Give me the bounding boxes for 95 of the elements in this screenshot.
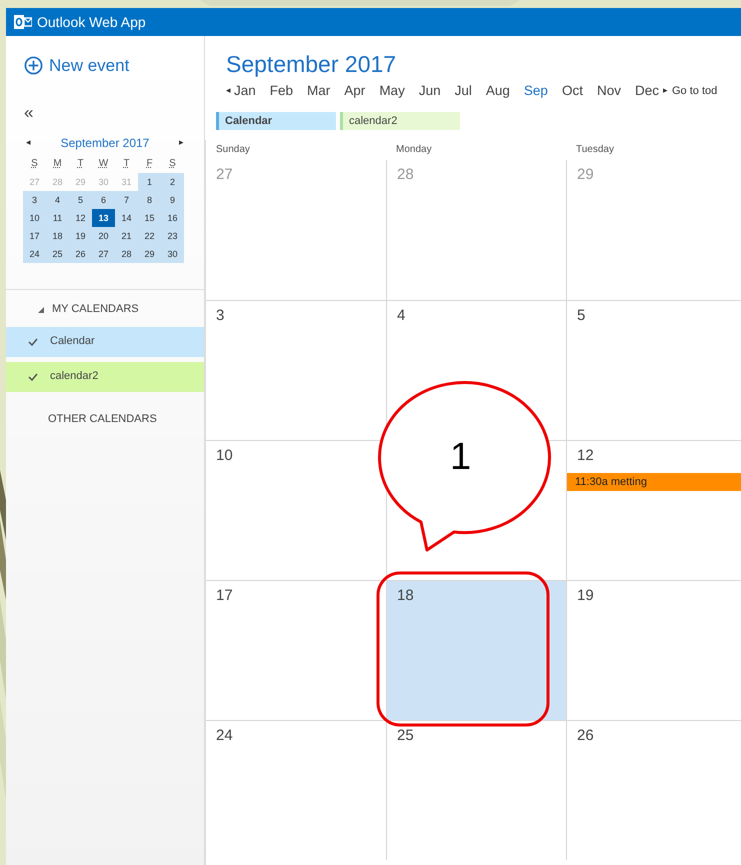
weekday-label: T bbox=[76, 156, 85, 170]
window-title: Outlook Web App bbox=[37, 12, 146, 32]
mini-calendar-day[interactable]: 17 bbox=[23, 226, 46, 244]
weekday-label: W bbox=[98, 156, 110, 170]
mini-calendar-title: September 2017 bbox=[60, 134, 150, 152]
mini-calendar-day[interactable]: 14 bbox=[115, 208, 138, 226]
mini-calendar-day[interactable]: 5 bbox=[69, 190, 92, 208]
collapse-button[interactable]: « bbox=[24, 104, 34, 120]
previous-month-button[interactable]: ◂ bbox=[26, 136, 31, 150]
day-number: 18 bbox=[397, 586, 414, 606]
section-header: MY CALENDARS bbox=[52, 302, 139, 318]
day-number: 12 bbox=[577, 446, 594, 466]
next-month-button[interactable]: ▸ bbox=[662, 84, 668, 98]
mini-calendar-day[interactable]: 15 bbox=[138, 208, 161, 226]
weekday-label: M bbox=[52, 156, 63, 170]
mini-calendar-day[interactable]: 29 bbox=[138, 244, 161, 262]
mini-calendar-day[interactable]: 19 bbox=[69, 226, 92, 244]
day-number: 26 bbox=[577, 726, 594, 746]
mini-calendar-day[interactable]: 23 bbox=[161, 226, 184, 244]
new-event-button[interactable]: New event bbox=[24, 53, 130, 78]
month-tab[interactable]: May bbox=[379, 80, 405, 102]
month-title: September 2017 bbox=[226, 50, 398, 78]
mini-calendar-day[interactable]: 2 bbox=[161, 172, 184, 190]
day-cell[interactable]: 25 bbox=[386, 720, 566, 860]
mini-calendar-day[interactable]: 7 bbox=[115, 190, 138, 208]
section-header[interactable]: OTHER CALENDARS bbox=[48, 410, 157, 427]
mini-calendar-day[interactable]: 27 bbox=[92, 244, 115, 262]
mini-calendar-day[interactable]: 6 bbox=[92, 190, 115, 208]
mini-calendar-day[interactable]: 13 bbox=[92, 208, 115, 226]
calendar-name: calendar2 bbox=[50, 369, 98, 384]
calendar-list-item[interactable]: Calendar bbox=[6, 326, 204, 356]
mini-calendar-day[interactable]: 28 bbox=[115, 244, 138, 262]
month-tab[interactable]: Jul bbox=[454, 80, 472, 102]
mini-calendar-day[interactable]: 30 bbox=[161, 244, 184, 262]
outlook-logo-icon bbox=[14, 14, 32, 30]
month-tab[interactable]: Jun bbox=[418, 80, 441, 102]
month-tab[interactable]: Aug bbox=[486, 80, 510, 102]
month-tab[interactable]: Sep bbox=[524, 80, 548, 102]
callout-number: 1 bbox=[450, 438, 472, 476]
plus-icon bbox=[24, 56, 43, 76]
mini-calendar-day[interactable]: 20 bbox=[92, 226, 115, 244]
mini-calendar-day[interactable]: 18 bbox=[46, 226, 69, 244]
day-number: 5 bbox=[577, 306, 586, 326]
calendar-tab[interactable]: Calendar bbox=[216, 112, 336, 130]
weekday-header: Sunday bbox=[216, 143, 251, 156]
mini-calendar-day[interactable]: 25 bbox=[46, 244, 69, 262]
weekday-label: T bbox=[122, 156, 131, 170]
month-tab[interactable]: Jan bbox=[234, 80, 256, 102]
month-tab[interactable]: Mar bbox=[307, 80, 330, 102]
day-number: 27 bbox=[216, 165, 233, 185]
go-to-today-link[interactable]: Go to tod bbox=[672, 82, 718, 100]
day-number: 25 bbox=[397, 726, 414, 746]
mini-calendar-day[interactable]: 4 bbox=[46, 190, 69, 208]
day-cell[interactable]: 26 bbox=[566, 720, 741, 860]
day-cell[interactable]: 18 bbox=[386, 580, 566, 720]
day-number: 19 bbox=[577, 586, 594, 606]
day-number: 4 bbox=[397, 306, 406, 326]
day-cell[interactable]: 19 bbox=[566, 580, 741, 720]
weekday-label: S bbox=[168, 156, 177, 170]
mini-calendar-day[interactable]: 24 bbox=[23, 244, 46, 262]
mini-calendar-day[interactable]: 26 bbox=[69, 244, 92, 262]
weekday-header: Tuesday bbox=[576, 143, 615, 156]
mini-calendar-day[interactable]: 22 bbox=[138, 226, 161, 244]
mini-calendar-day[interactable]: 10 bbox=[23, 208, 46, 226]
day-number: 3 bbox=[216, 306, 224, 326]
next-month-button[interactable]: ▸ bbox=[178, 136, 184, 150]
month-tab[interactable]: Feb bbox=[270, 80, 294, 102]
month-tab[interactable]: Nov bbox=[596, 80, 621, 102]
calendar-name: Calendar bbox=[50, 334, 95, 350]
day-cell[interactable]: 12 11:30a metting bbox=[566, 440, 741, 580]
weekday-label: F bbox=[145, 156, 154, 170]
mini-calendar-day[interactable]: 8 bbox=[138, 190, 161, 208]
calendar-list-item[interactable]: calendar2 bbox=[6, 362, 204, 392]
calendar-tab[interactable]: calendar2 bbox=[340, 112, 460, 130]
weekday-header: Monday bbox=[396, 143, 433, 156]
expand-triangle-icon[interactable] bbox=[38, 306, 44, 312]
month-tab[interactable]: Apr bbox=[344, 80, 366, 102]
mini-calendar-day[interactable]: 21 bbox=[115, 226, 138, 244]
day-number: 24 bbox=[216, 726, 233, 746]
day-cell[interactable]: 5 bbox=[566, 300, 741, 440]
month-tab[interactable]: Dec bbox=[634, 80, 659, 102]
mini-calendar-day[interactable]: 3 bbox=[23, 190, 46, 208]
month-tab[interactable]: Oct bbox=[562, 80, 583, 102]
day-number: 10 bbox=[216, 446, 233, 466]
mini-calendar-day[interactable]: 9 bbox=[161, 190, 184, 208]
mini-calendar-day[interactable]: 1 bbox=[138, 172, 161, 190]
weekday-label: S bbox=[30, 156, 39, 170]
mini-calendar-day[interactable]: 11 bbox=[46, 208, 69, 226]
calendar-event[interactable]: 11:30a metting bbox=[567, 472, 741, 490]
mini-calendar-day[interactable]: 16 bbox=[161, 208, 184, 226]
previous-month-button[interactable]: ◂ bbox=[226, 84, 231, 98]
day-number: 29 bbox=[577, 165, 594, 185]
day-number: 17 bbox=[216, 586, 233, 606]
day-number: 28 bbox=[397, 165, 414, 185]
mini-calendar-day[interactable]: 12 bbox=[69, 208, 92, 226]
